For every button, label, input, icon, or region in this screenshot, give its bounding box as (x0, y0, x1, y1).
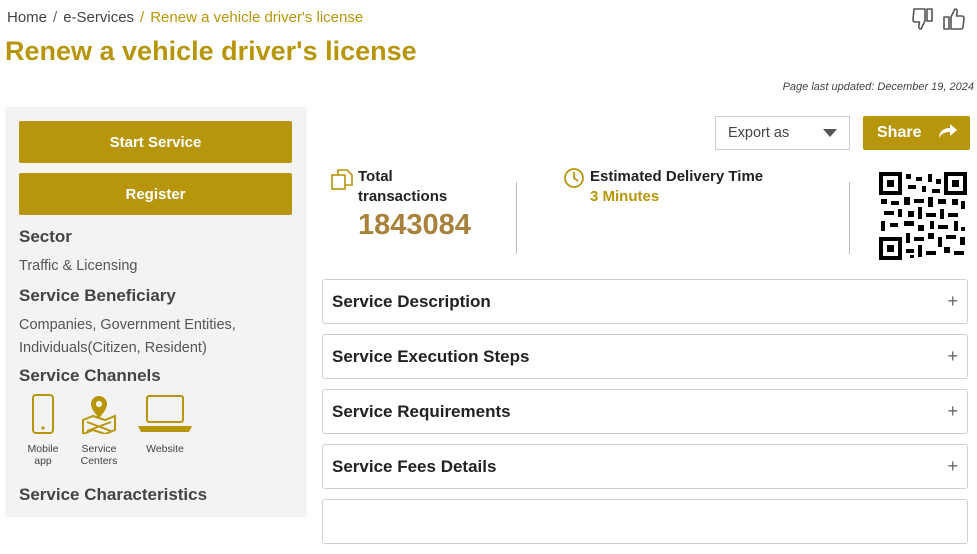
register-button[interactable]: Register (19, 173, 292, 215)
delivery-stat: Estimated Delivery Time 3 Minutes (563, 167, 763, 207)
accordion-title: Service Fees Details (332, 456, 497, 476)
breadcrumb-current: Renew a vehicle driver's license (150, 9, 364, 26)
channel-mobile-app[interactable]: Mobile app (19, 394, 67, 467)
clock-icon (563, 167, 585, 207)
delivery-value: 3 Minutes (590, 188, 660, 205)
channel-service-centers[interactable]: Service Centers (75, 394, 123, 467)
accordion-service-description[interactable]: Service Description + (322, 279, 968, 324)
sector-heading: Sector (19, 227, 72, 246)
toolbar: Export as Share (715, 116, 970, 150)
delivery-label: Estimated Delivery Time (590, 168, 764, 185)
plus-icon: + (947, 456, 958, 476)
sector-value: Traffic & Licensing (19, 258, 138, 274)
breadcrumb-home[interactable]: Home (7, 9, 47, 26)
thumbs-up-icon[interactable] (941, 6, 965, 32)
channel-website[interactable]: Website (135, 394, 195, 467)
mobile-icon (30, 394, 56, 439)
accordion-title: Service Execution Steps (332, 346, 530, 366)
transactions-stat: Total transactions 1843084 (330, 167, 471, 242)
accordion-service-fees-details[interactable]: Service Fees Details + (322, 444, 968, 489)
breadcrumb-separator: / (53, 9, 58, 26)
accordion-service-requirements[interactable]: Service Requirements + (322, 389, 968, 434)
feedback-group (911, 6, 965, 32)
transactions-value: 1843084 (358, 209, 471, 241)
breadcrumb: Home / e-Services / Renew a vehicle driv… (7, 9, 363, 26)
export-label: Export as (728, 125, 790, 141)
accordion-title: Service Description (332, 291, 491, 311)
export-dropdown[interactable]: Export as (715, 116, 850, 150)
laptop-icon (136, 394, 194, 439)
channel-label: Website (146, 443, 184, 455)
channels-heading: Service Channels (19, 366, 161, 385)
map-pin-icon (81, 394, 117, 439)
share-button[interactable]: Share (863, 116, 970, 150)
divider (516, 182, 517, 254)
last-updated: Page last updated: December 19, 2024 (782, 81, 974, 93)
beneficiary-value: Companies, Government Entities, Individu… (19, 317, 236, 356)
copy-icon (330, 167, 354, 242)
divider (849, 182, 850, 254)
channels-list: Mobile app Service Centers Website (19, 394, 293, 467)
breadcrumb-eservices[interactable]: e-Services (63, 9, 134, 26)
channel-label: Service Centers (80, 443, 118, 467)
accordion-service-execution-steps[interactable]: Service Execution Steps + (322, 334, 968, 379)
beneficiary-heading: Service Beneficiary (19, 286, 176, 305)
accordion-title: Service Requirements (332, 401, 511, 421)
plus-icon: + (947, 291, 958, 311)
accordion-next-item[interactable] (322, 499, 968, 544)
chevron-down-icon (823, 125, 837, 141)
page-title: Renew a vehicle driver's license (5, 36, 417, 66)
start-service-button[interactable]: Start Service (19, 121, 292, 163)
sidebar: Start Service Register Sector Traffic & … (5, 107, 307, 517)
thumbs-down-icon[interactable] (911, 6, 935, 32)
transactions-label: Total transactions (358, 168, 448, 205)
breadcrumb-separator: / (140, 9, 145, 26)
characteristics-heading: Service Characteristics (19, 485, 208, 504)
share-label: Share (877, 124, 922, 141)
stats-panel: Total transactions 1843084 Estimated Del… (322, 165, 970, 265)
accordion: Service Description + Service Execution … (322, 279, 968, 554)
plus-icon: + (947, 346, 958, 366)
share-arrow-icon (938, 123, 958, 144)
channel-label: Mobile app (27, 443, 59, 467)
qr-code (878, 171, 968, 261)
plus-icon: + (947, 401, 958, 421)
